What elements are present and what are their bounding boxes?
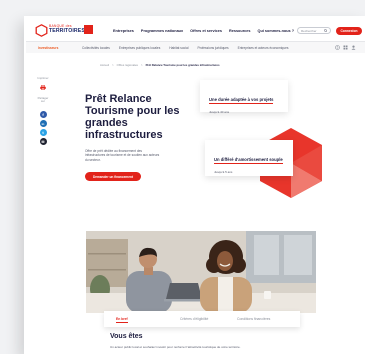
breadcrumb-current: Prêt Relance Tourisme pour les grandes i… <box>145 63 220 67</box>
audience-item[interactable]: Collectivités locales <box>82 46 110 50</box>
section-text: Un acteur public local et souhaitez inve… <box>110 344 241 349</box>
audience-item-active[interactable]: Investisseurs <box>38 46 58 50</box>
search-placeholder: Rechercher <box>301 28 317 33</box>
request-financing-button[interactable]: Demander un financement <box>85 172 141 181</box>
main-nav: Entreprises Programmes nationaux Offres … <box>113 29 294 33</box>
linkedin-icon[interactable] <box>39 120 47 127</box>
print-icon[interactable] <box>40 85 46 90</box>
audience-item[interactable]: Habitat social <box>169 46 188 50</box>
audience-item[interactable]: Professions juridiques <box>197 46 228 50</box>
nav-item-entreprises[interactable]: Entreprises <box>113 29 134 33</box>
nav-item-offres[interactable]: Offres et services <box>190 29 222 33</box>
search-icon <box>323 28 327 33</box>
section-heading: Vous êtes <box>110 333 143 340</box>
breadcrumb-parent[interactable]: Offres régionales <box>117 63 138 67</box>
tab-en-bref[interactable]: En bref <box>116 317 128 323</box>
breadcrumb-separator: > <box>112 63 114 67</box>
help-icon[interactable] <box>335 45 340 50</box>
audience-items: Collectivités locales Entreprises publiq… <box>82 46 288 50</box>
facebook-icon[interactable] <box>39 111 47 118</box>
logo[interactable]: BANQUE des TERRITOIRES <box>49 24 85 34</box>
highlight-value: Jusqu'à 40 ans <box>209 110 230 114</box>
audience-item[interactable]: Entreprises publiques locales <box>119 46 160 50</box>
highlight-title: Un différé d'amortissement souple <box>214 157 283 164</box>
page-description: Offre de prêt dédiée au financement des … <box>85 149 160 162</box>
hexagon-logo-icon[interactable] <box>35 24 48 37</box>
share-label: Partager sur <box>37 96 49 104</box>
print-label: Imprimer <box>37 76 49 80</box>
twitter-icon[interactable] <box>39 129 47 136</box>
group-logo <box>84 25 93 34</box>
highlight-title: Une durée adaptée à vos projets <box>209 97 274 104</box>
grid-icon[interactable] <box>343 45 348 50</box>
breadcrumb-home[interactable]: Accueil <box>100 63 109 67</box>
tab-eligibilite[interactable]: Critères d'éligibilité <box>180 317 208 321</box>
nav-item-qui-sommes-nous[interactable]: Qui sommes-nous ? <box>258 29 295 33</box>
content-tabs: En bref Critères d'éligibilité Condition… <box>104 311 300 327</box>
breadcrumb-separator: > <box>140 63 143 67</box>
user-icon[interactable] <box>351 45 356 50</box>
search-input[interactable]: Rechercher <box>297 27 331 34</box>
office-meeting-photo <box>86 231 316 313</box>
logo-line2: TERRITOIRES <box>49 28 85 34</box>
highlight-card: Une durée adaptée à vos projets Jusqu'à … <box>200 80 288 114</box>
login-button[interactable]: Connexion <box>336 26 362 35</box>
page-title: Prêt Relance Tourisme pour les grandes i… <box>85 93 180 141</box>
highlight-card: Un différé d'amortissement souple Jusqu'… <box>205 140 293 176</box>
audience-item[interactable]: Entreprises et acteurs économiques <box>238 46 289 50</box>
email-icon[interactable] <box>39 138 47 145</box>
nav-item-ressources[interactable]: Ressources <box>229 29 251 33</box>
highlight-value: Jusqu'à 5 ans <box>214 170 233 174</box>
nav-item-programmes[interactable]: Programmes nationaux <box>141 29 183 33</box>
breadcrumb: Accueil > Offres régionales > Prêt Relan… <box>100 63 220 67</box>
tab-conditions[interactable]: Conditions financières <box>237 317 270 321</box>
